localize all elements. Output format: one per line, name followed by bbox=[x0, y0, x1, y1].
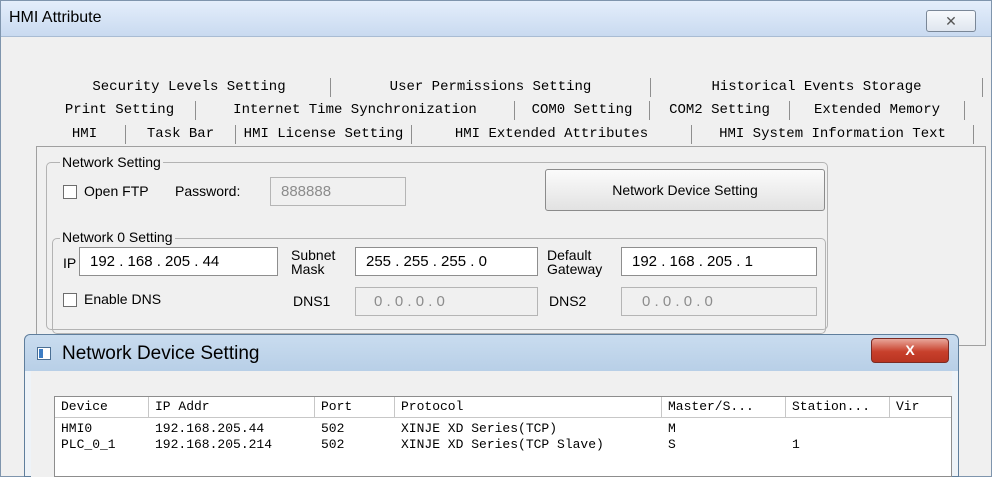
network0-setting-label: Network 0 Setting bbox=[60, 229, 175, 245]
tab-com0-setting[interactable]: COM0 Setting bbox=[515, 101, 650, 120]
ip-label: IP bbox=[63, 255, 77, 271]
dialog-title: Network Device Setting bbox=[62, 343, 260, 364]
tab-com2-setting[interactable]: COM2 Setting bbox=[650, 101, 790, 120]
column-header-vir[interactable]: Vir bbox=[890, 397, 952, 417]
cell-device: HMI0 bbox=[61, 421, 93, 436]
column-header-device[interactable]: Device bbox=[55, 397, 149, 417]
tab-hmi-extended-attributes[interactable]: HMI Extended Attributes bbox=[412, 125, 692, 144]
gateway-label-line2: Gateway bbox=[547, 261, 603, 277]
tab-hmi-license-setting[interactable]: HMI License Setting bbox=[236, 125, 412, 144]
close-button[interactable]: ✕ bbox=[926, 10, 976, 32]
tab-print-setting[interactable]: Print Setting bbox=[44, 101, 196, 120]
cell-protocol: XINJE XD Series(TCP Slave) bbox=[401, 437, 604, 452]
open-ftp-label: Open FTP bbox=[84, 183, 149, 199]
dns2-field[interactable]: 0 . 0 . 0 . 0 bbox=[621, 287, 817, 316]
tab-security-levels-setting[interactable]: Security Levels Setting bbox=[48, 78, 331, 97]
table-row[interactable]: PLC_0_1 192.168.205.214 502 XINJE XD Ser… bbox=[55, 437, 951, 453]
tab-task-bar[interactable]: Task Bar bbox=[126, 125, 236, 144]
column-header-station[interactable]: Station... bbox=[786, 397, 890, 417]
default-gateway-field[interactable]: 192 . 168 . 205 . 1 bbox=[621, 247, 817, 276]
device-table: Device IP Addr Port Protocol Master/S...… bbox=[54, 396, 952, 477]
cell-ip-addr: 192.168.205.44 bbox=[155, 421, 265, 436]
cell-device: PLC_0_1 bbox=[61, 437, 116, 452]
cell-port: 502 bbox=[321, 437, 345, 452]
cell-vir bbox=[890, 437, 896, 453]
cell-ip-addr: 192.168.205.214 bbox=[155, 437, 273, 452]
enable-dns-checkbox[interactable] bbox=[63, 293, 77, 307]
password-label: Password: bbox=[175, 183, 241, 199]
dns2-label: DNS2 bbox=[549, 293, 587, 309]
dns1-field[interactable]: 0 . 0 . 0 . 0 bbox=[355, 287, 538, 316]
open-ftp-checkbox[interactable] bbox=[63, 185, 77, 199]
ip-address-field[interactable]: 192 . 168 . 205 . 44 bbox=[79, 247, 278, 276]
cell-port: 502 bbox=[321, 421, 345, 436]
table-header: Device IP Addr Port Protocol Master/S...… bbox=[55, 397, 951, 418]
cell-master-slave: M bbox=[668, 421, 676, 436]
cell-protocol: XINJE XD Series(TCP) bbox=[401, 421, 558, 436]
network-setting-label: Network Setting bbox=[60, 154, 163, 170]
tab-hmi-system-information-text[interactable]: HMI System Information Text bbox=[692, 125, 974, 144]
network-device-setting-button[interactable]: Network Device Setting bbox=[545, 169, 825, 211]
tab-extended-memory[interactable]: Extended Memory bbox=[790, 101, 965, 120]
column-header-master-slave[interactable]: Master/S... bbox=[662, 397, 786, 417]
title-bar: HMI Attribute ✕ bbox=[1, 1, 991, 37]
gateway-label: Default Gateway bbox=[547, 248, 602, 276]
column-header-protocol[interactable]: Protocol bbox=[395, 397, 662, 417]
tab-user-permissions-setting[interactable]: User Permissions Setting bbox=[331, 78, 651, 97]
enable-dns-label: Enable DNS bbox=[84, 291, 162, 307]
subnet-label-line2: Mask bbox=[291, 261, 325, 277]
dialog-close-button[interactable]: X bbox=[871, 338, 949, 363]
cell-station bbox=[786, 421, 792, 437]
dns1-label: DNS1 bbox=[293, 293, 331, 309]
subnet-mask-field[interactable]: 255 . 255 . 255 . 0 bbox=[355, 247, 538, 276]
window-icon bbox=[37, 347, 51, 360]
tab-hmi[interactable]: HMI bbox=[44, 125, 126, 144]
tab-internet-time-synchronization[interactable]: Internet Time Synchronization bbox=[196, 101, 515, 120]
password-field[interactable]: 888888 bbox=[270, 177, 406, 206]
tab-historical-events-storage[interactable]: Historical Events Storage bbox=[651, 78, 983, 97]
column-header-port[interactable]: Port bbox=[315, 397, 395, 417]
cell-station: 1 bbox=[792, 437, 800, 452]
window-title: HMI Attribute bbox=[9, 9, 102, 26]
cell-vir bbox=[890, 421, 896, 437]
column-header-ip-addr[interactable]: IP Addr bbox=[149, 397, 315, 417]
cell-master-slave: S bbox=[668, 437, 676, 452]
table-row[interactable]: HMI0 192.168.205.44 502 XINJE XD Series(… bbox=[55, 421, 951, 437]
subnet-label: Subnet Mask bbox=[291, 248, 335, 276]
